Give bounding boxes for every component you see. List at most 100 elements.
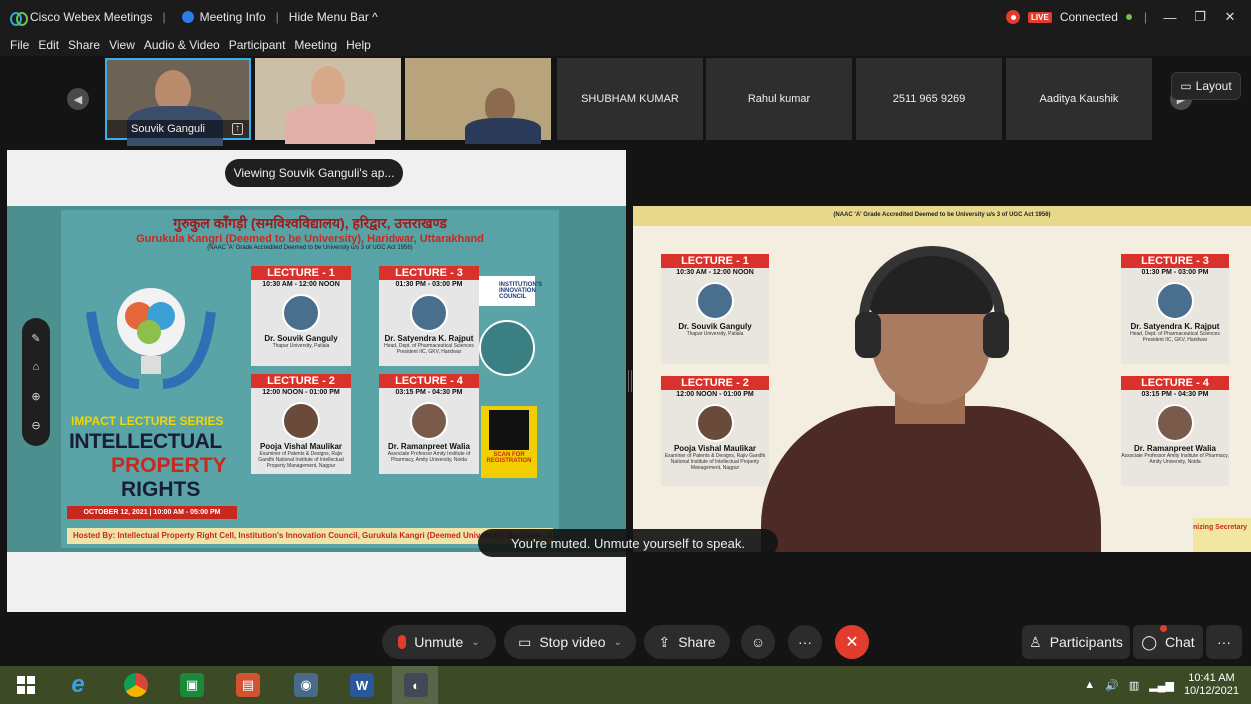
share-button[interactable]: ⇪ Share (644, 625, 730, 659)
menu-help[interactable]: Help (346, 38, 371, 52)
chrome-icon[interactable] (124, 673, 148, 697)
lecture-time: 01:30 PM - 03:00 PM (395, 281, 463, 288)
poster-topic-line3: RIGHTS (121, 478, 201, 501)
shared-poster: गुरुकुल काँगड़ी (समविश्वविद्यालय), हरिद्… (7, 206, 626, 552)
reactions-button[interactable]: ☺ (741, 625, 775, 659)
lecture-title: LECTURE - 3 (1121, 254, 1229, 268)
participant-video (311, 66, 345, 108)
layout-button[interactable]: ▭ Layout (1171, 72, 1241, 100)
panel-more-button[interactable]: ··· (1206, 625, 1242, 659)
store-icon[interactable]: ▣ (180, 673, 204, 697)
taskbar-active-highlight (392, 666, 438, 704)
menu-audio-video[interactable]: Audio & Video (144, 38, 220, 52)
participant-video-body (465, 118, 541, 144)
lecture-time: 10:30 AM - 12:00 NOON (262, 281, 340, 288)
recording-icon[interactable] (1006, 10, 1021, 24)
speaker-affiliation: Thapar University, Patiala (686, 331, 744, 337)
speaker-body (761, 406, 1101, 552)
menu-share[interactable]: Share (68, 38, 100, 52)
taskbar-clock[interactable]: 10:41 AM 10/12/2021 (1184, 672, 1239, 698)
annotate-icon[interactable]: ✎ (31, 332, 40, 345)
meeting-info-button[interactable]: Meeting Info (200, 10, 266, 24)
windows-start-icon[interactable] (14, 673, 38, 697)
participant-tile[interactable]: Aaditya Kaushik (1006, 58, 1152, 140)
photo-app-icon[interactable]: ◉ (294, 673, 318, 697)
webex-logo-icon (10, 12, 28, 26)
split-resize-handle[interactable] (628, 370, 632, 392)
minimize-button[interactable]: — (1159, 10, 1181, 25)
menu-view[interactable]: View (109, 38, 135, 52)
participant-name: 2511 965 9269 (892, 93, 966, 105)
menu-meeting[interactable]: Meeting (294, 38, 337, 52)
word-icon[interactable]: W (350, 673, 374, 697)
close-button[interactable]: ✕ (1219, 9, 1241, 25)
muted-notification: You're muted. Unmute yourself to speak. (478, 529, 778, 557)
backdrop-lecture-card: LECTURE - 4 03:15 PM - 04:30 PM Dr. Rama… (1121, 376, 1229, 486)
participant-tile[interactable] (405, 58, 551, 144)
meeting-info-icon[interactable] (181, 11, 194, 23)
speaker-photo (696, 404, 734, 442)
volume-icon[interactable]: 🔊 (1105, 679, 1119, 692)
zoom-out-icon[interactable]: ⊖ (31, 419, 40, 432)
title-separator: | (1143, 10, 1147, 24)
menu-file[interactable]: File (10, 38, 29, 52)
lecture-time: 10:30 AM - 12:00 NOON (676, 269, 754, 276)
clock-time: 10:41 AM (1188, 672, 1235, 684)
participant-name: Aaditya Kaushik (1039, 93, 1119, 105)
menu-participant[interactable]: Participant (229, 38, 286, 52)
headset-earpiece-icon (983, 312, 1009, 358)
participant-tile[interactable] (255, 58, 401, 144)
more-icon: ··· (798, 634, 812, 650)
signal-icon[interactable]: ▂▄▆ (1149, 679, 1174, 692)
lecture-time: 01:30 PM - 03:00 PM (1141, 269, 1209, 276)
lecture-card: LECTURE - 1 10:30 AM - 12:00 NOON Dr. So… (251, 266, 351, 366)
chat-notification-badge (1160, 625, 1167, 632)
speaker-affiliation: Examiner of Patents & Designs, Rajiv Gan… (664, 453, 766, 471)
lecture-card: LECTURE - 3 01:30 PM - 03:00 PM Dr. Saty… (379, 266, 479, 366)
poster-english-title: Gurukula Kangri (Deemed to be University… (136, 233, 484, 245)
participant-tile[interactable]: Rahul kumar (706, 58, 852, 140)
poster-header: गुरुकुल काँगड़ी (समविश्वविद्यालय), हरिद्… (61, 210, 559, 260)
network-icon[interactable]: ▥ (1129, 679, 1139, 692)
participants-label: Participants (1049, 634, 1123, 650)
menu-edit[interactable]: Edit (38, 38, 59, 52)
speaker-photo (410, 294, 448, 332)
poster-topic-line1: INTELLECTUAL (69, 430, 222, 453)
control-icon[interactable]: ⌂ (33, 361, 40, 373)
poster-date: OCTOBER 12, 2021 | 10:00 AM - 05:00 PM (67, 506, 237, 519)
app-name: Cisco Webex Meetings (30, 10, 153, 24)
chevron-down-icon[interactable]: ⌄ (614, 637, 622, 648)
strip-prev-icon[interactable]: ◀ (67, 88, 89, 110)
internet-explorer-icon[interactable]: e (66, 671, 90, 698)
participant-nameplate: Souvik Ganguli (107, 120, 249, 138)
hide-menu-bar-button[interactable]: Hide Menu Bar ^ (289, 10, 378, 24)
participant-tile[interactable]: 2511 965 9269 (856, 58, 1002, 140)
speaker-photo (410, 402, 448, 440)
more-options-button[interactable]: ··· (788, 625, 822, 659)
participant-tile[interactable]: SHUBHAM KUMAR (557, 58, 703, 140)
tray-chevron-up-icon[interactable]: ▲ (1084, 679, 1095, 691)
poster-topic-line2: PROPERTY (111, 454, 227, 477)
participants-button[interactable]: ♙ Participants (1022, 625, 1130, 659)
unmute-button[interactable]: Unmute ⌄ (382, 625, 496, 659)
lecture-card: LECTURE - 2 12:00 NOON - 01:00 PM Pooja … (251, 374, 351, 474)
restore-button[interactable]: ❐ (1189, 9, 1211, 25)
poster-series: IMPACT LECTURE SERIES (71, 414, 224, 428)
active-speaker-video: (NAAC 'A' Grade Accredited Deemed to be … (633, 206, 1251, 552)
speaker-affiliation: Head, Dept. of Pharmaceutical Sciences P… (384, 343, 474, 355)
media-app-icon[interactable]: ▤ (236, 673, 260, 697)
participant-tile-active[interactable]: Souvik Ganguli ↑ (105, 58, 251, 146)
title-separator: | (275, 10, 279, 24)
stop-video-button[interactable]: ▭ Stop video ⌄ (504, 625, 636, 659)
chat-button[interactable]: ◯ Chat (1133, 625, 1203, 659)
poster-content: गुरुकुल काँगड़ी (समविश्वविद्यालय), हरिद्… (61, 210, 559, 548)
more-icon: ··· (1217, 634, 1231, 650)
viewing-share-indicator[interactable]: Viewing Souvik Ganguli's ap... (225, 159, 403, 187)
end-meeting-button[interactable]: ✕ (835, 625, 869, 659)
chevron-down-icon[interactable]: ⌄ (471, 637, 479, 648)
speaker-name: Pooja Vishal Maulikar (673, 444, 757, 453)
zoom-in-icon[interactable]: ⊕ (31, 390, 40, 403)
chat-label: Chat (1165, 634, 1195, 650)
person-icon: ♙ (1029, 633, 1042, 650)
speaker-affiliation: Head, Dept. of Pharmaceutical Sciences P… (1130, 331, 1220, 343)
